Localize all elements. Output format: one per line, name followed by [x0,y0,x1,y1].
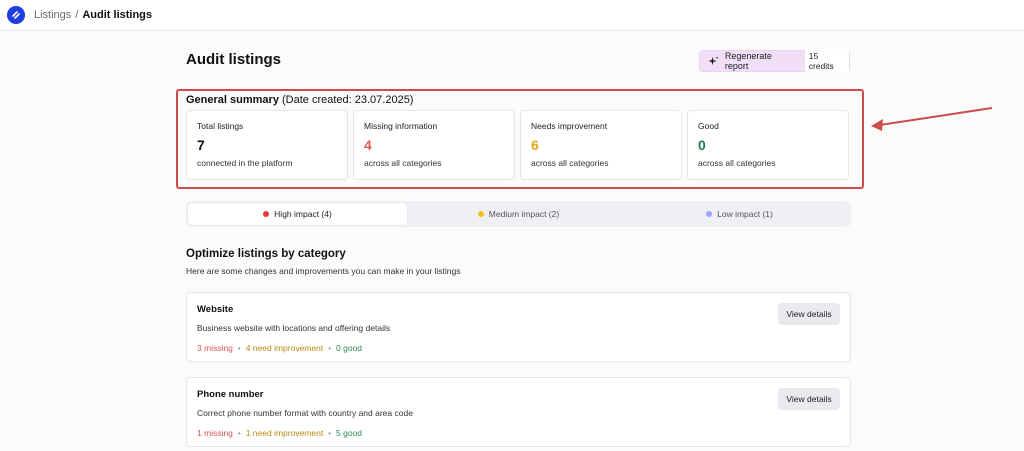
tab-label: High impact (4) [274,209,332,219]
stat-card-needs-improvement: Needs improvement 6 across all categorie… [520,110,682,180]
category-name: Phone number [197,389,264,400]
stat-label: Missing information [364,121,438,131]
stat-card-missing-information: Missing information 4 across all categor… [353,110,515,180]
top-bar: Listings / Audit listings [0,0,1024,31]
sparkle-icon [708,56,719,65]
regenerate-report-label: Regenerate report [724,51,772,71]
app-logo-icon[interactable] [7,6,25,24]
good-count: 5 good [336,428,363,438]
breadcrumb-current: Audit listings [82,9,153,21]
separator-dot: • [328,428,332,438]
separator-dot: • [237,343,241,353]
stat-subtext: across all categories [698,158,776,168]
summary-date: (Date created: 23.07.2025) [282,94,414,106]
stat-label: Needs improvement [531,121,608,131]
tab-low-impact[interactable]: Low impact (1) [630,203,849,225]
page-title: Audit listings [186,51,281,68]
breadcrumb-listings-link[interactable]: Listings [34,9,71,21]
missing-count: 1 missing [197,428,233,438]
medium-impact-dot-icon [477,211,484,217]
good-count: 0 good [336,343,363,353]
category-stats: 3 missing • 4 need improvement • 0 good [197,343,362,353]
regenerate-report-button[interactable]: Regenerate report 15 credits [699,49,850,73]
tab-high-impact[interactable]: High impact (4) [188,203,407,225]
breadcrumb: Listings / Audit listings [34,9,152,21]
stat-label: Good [698,121,719,131]
view-details-button[interactable]: View details [778,388,840,410]
improvement-count: 1 need improvement [245,428,324,438]
breadcrumb-separator: / [75,9,79,21]
category-description: Correct phone number format with country… [197,408,413,418]
improvement-count: 4 need improvement [245,343,324,353]
stat-value: 6 [531,137,539,153]
stat-value: 7 [197,137,205,153]
stat-subtext: across all categories [364,158,442,168]
tab-medium-impact[interactable]: Medium impact (2) [409,203,628,225]
impact-tabs: High impact (4) Medium impact (2) Low im… [186,201,851,227]
view-details-button[interactable]: View details [778,303,840,325]
category-card-phone-number: Phone number Correct phone number format… [186,377,851,447]
optimize-section-title: Optimize listings by category [186,248,346,260]
stat-value: 0 [698,137,706,153]
stat-subtext: connected in the platform [197,158,293,168]
category-description: Business website with locations and offe… [197,323,391,333]
separator-dot: • [328,343,332,353]
stat-card-good: Good 0 across all categories [687,110,849,180]
stat-value: 4 [364,137,372,153]
stat-subtext: across all categories [531,158,609,168]
high-impact-dot-icon [263,211,270,217]
low-impact-dot-icon [706,211,713,217]
category-name: Website [197,304,234,315]
separator-dot: • [237,428,241,438]
summary-title-text: General summary [186,94,279,106]
tab-label: Low impact (1) [717,209,773,219]
optimize-section-subtitle: Here are some changes and improvements y… [186,266,461,276]
category-stats: 1 missing • 1 need improvement • 5 good [197,428,362,438]
summary-title: General summary (Date created: 23.07.202… [186,94,413,106]
stat-card-total-listings: Total listings 7 connected in the platfo… [186,110,348,180]
category-card-website: Website Business website with locations … [186,292,851,362]
annotation-arrow-icon [871,107,993,131]
credits-badge: 15 credits [804,49,849,73]
missing-count: 3 missing [197,343,233,353]
stat-label: Total listings [197,121,244,131]
tab-label: Medium impact (2) [488,209,560,219]
